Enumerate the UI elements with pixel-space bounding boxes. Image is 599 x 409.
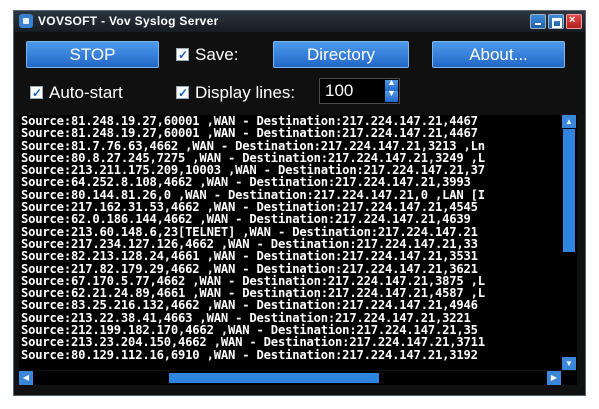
- horizontal-scrollbar[interactable]: ◀ ▶: [19, 371, 561, 385]
- display-lines-check-icon: [176, 83, 189, 103]
- log-line: Source:80.129.112.16,6910 ,WAN - Destina…: [21, 347, 478, 362]
- scroll-down-icon[interactable]: ▼: [562, 357, 576, 370]
- log-line: Source:64.252.8.108,4662 ,WAN - Destinat…: [21, 175, 471, 190]
- window-title: VOVSOFT - Vov Syslog Server: [38, 14, 219, 28]
- log-line: Source:81.248.19.27,60001 ,WAN - Destina…: [21, 126, 478, 141]
- title-bar[interactable]: VOVSOFT - Vov Syslog Server ×: [14, 11, 585, 32]
- display-lines-label: Display lines:: [195, 83, 296, 102]
- scroll-right-icon[interactable]: ▶: [547, 371, 561, 385]
- log-line: Source:83.25.216.132,4662 ,WAN - Destina…: [21, 298, 478, 313]
- app-window: VOVSOFT - Vov Syslog Server × STOP Save:…: [13, 10, 586, 396]
- log-view[interactable]: Source:81.248.19.27,60001 ,WAN - Destina…: [19, 115, 561, 370]
- display-lines-input[interactable]: 100 ▲ ▼: [319, 77, 400, 104]
- autostart-check-icon: [30, 83, 43, 103]
- log-line: Source:62.0.186.144,4662 ,WAN - Destinat…: [21, 212, 471, 227]
- chevron-up-icon: ▲: [387, 77, 396, 87]
- horizontal-scroll-thumb[interactable]: [169, 373, 379, 383]
- maximize-icon: [552, 18, 562, 28]
- stop-button[interactable]: STOP: [26, 41, 159, 68]
- scroll-corner: [561, 371, 577, 385]
- display-lines-checkbox[interactable]: Display lines:: [176, 83, 316, 103]
- autostart-label: Auto-start: [49, 83, 123, 102]
- maximize-button[interactable]: [548, 14, 564, 29]
- log-line: Source:82.213.128.24,4661 ,WAN - Destina…: [21, 249, 478, 264]
- save-check-icon: [176, 45, 189, 65]
- minimize-button[interactable]: [530, 14, 546, 29]
- log-line: Source:217.82.179.29,4662 ,WAN - Destina…: [21, 261, 478, 276]
- minimize-icon: [535, 23, 541, 25]
- about-button[interactable]: About...: [432, 41, 565, 68]
- close-icon: ×: [569, 14, 576, 26]
- app-icon: [19, 14, 33, 28]
- save-checkbox[interactable]: Save:: [176, 45, 271, 65]
- log-line: Source:213.23.204.150,4662 ,WAN - Destin…: [21, 335, 485, 350]
- vertical-scrollbar[interactable]: ▲ ▼: [561, 115, 577, 370]
- scroll-up-icon[interactable]: ▲: [562, 115, 576, 128]
- scroll-left-icon[interactable]: ◀: [19, 371, 33, 385]
- spin-down-button[interactable]: ▼: [385, 88, 398, 102]
- close-button[interactable]: ×: [566, 14, 582, 29]
- save-label: Save:: [195, 45, 239, 64]
- vertical-scroll-thumb[interactable]: [563, 129, 575, 252]
- chevron-down-icon: ▼: [387, 88, 396, 98]
- autostart-checkbox[interactable]: Auto-start: [30, 83, 160, 103]
- directory-button[interactable]: Directory: [273, 41, 409, 68]
- display-lines-value: 100: [325, 81, 354, 100]
